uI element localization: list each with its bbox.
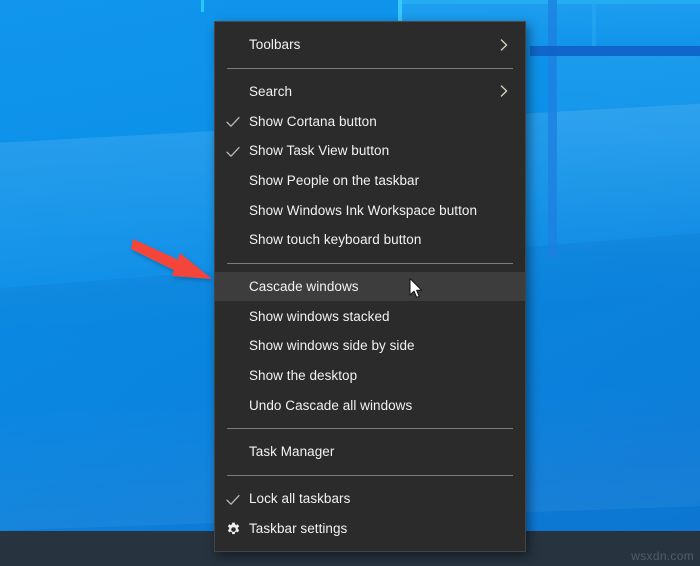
check-icon [224,484,242,516]
menu-item-cascade-windows[interactable]: Cascade windows [215,271,525,302]
menu-item-show-cortana-button[interactable]: Show Cortana button [215,106,525,136]
menu-item-toolbars[interactable]: Toolbars [215,30,525,60]
desktop-screen: wsxdn.com Toolbars Search Show Cortana but… [0,0,700,566]
wallpaper-mullion-vertical-left [201,0,204,12]
menu-separator [227,428,513,430]
menu-item-label: Show Task View button [249,143,390,159]
menu-item-label: Show People on the taskbar [249,173,420,189]
menu-item-show-the-desktop[interactable]: Show the desktop [215,361,525,391]
chevron-right-icon [497,84,511,98]
menu-item-label: Show windows stacked [249,308,390,324]
menu-item-show-touch-keyboard-button[interactable]: Show touch keyboard button [215,225,525,255]
taskbar-context-menu[interactable]: Toolbars Search Show Cortana button Show Ta… [214,21,526,552]
menu-item-task-manager[interactable]: Task Manager [215,437,525,467]
menu-item-label: Undo Cascade all windows [249,397,413,413]
wallpaper-mullion-horizontal-right [530,46,700,56]
menu-separator [227,474,513,476]
menu-item-label: Search [249,83,293,99]
gear-icon [224,513,242,545]
menu-item-label: Taskbar settings [249,520,348,536]
check-icon [224,136,242,168]
menu-separator [227,262,513,264]
menu-item-show-windows-stacked[interactable]: Show windows stacked [215,301,525,331]
menu-item-label: Show the desktop [249,368,358,384]
menu-item-label: Task Manager [249,444,335,460]
chevron-right-icon [497,38,511,52]
menu-item-undo-cascade-all-windows[interactable]: Undo Cascade all windows [215,390,525,420]
menu-item-label: Show windows side by side [249,338,415,354]
menu-item-label: Toolbars [249,37,301,53]
menu-item-label: Cascade windows [249,279,359,294]
menu-item-label: Show Windows Ink Workspace button [249,202,478,218]
menu-item-label: Show Cortana button [249,113,377,129]
menu-item-label: Lock all taskbars [249,490,351,506]
menu-item-search[interactable]: Search [215,77,525,107]
menu-item-show-windows-ink-workspace-button[interactable]: Show Windows Ink Workspace button [215,195,525,225]
menu-item-show-people-on-the-taskbar[interactable]: Show People on the taskbar [215,166,525,196]
menu-item-show-windows-side-by-side[interactable]: Show windows side by side [215,331,525,361]
wallpaper-mullion-vertical-right [548,0,557,258]
menu-item-show-task-view-button[interactable]: Show Task View button [215,136,525,166]
watermark-text: wsxdn.com [631,549,694,563]
menu-separator [227,67,513,69]
menu-item-label: Show touch keyboard button [249,232,422,248]
wallpaper-mullion-vertical-far-right [592,0,596,48]
check-icon [224,106,242,138]
menu-item-lock-all-taskbars[interactable]: Lock all taskbars [215,484,525,514]
menu-item-taskbar-settings[interactable]: Taskbar settings [215,513,525,543]
